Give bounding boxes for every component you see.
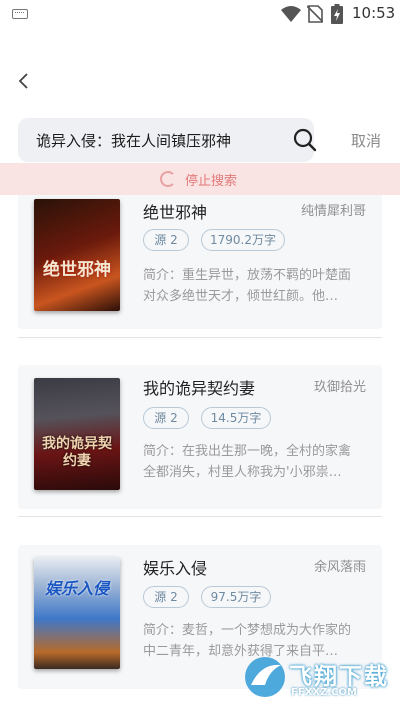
search-input[interactable]: 诡异入侵：我在人间镇压邪神: [18, 118, 317, 162]
source-badge: 源 2: [143, 586, 189, 608]
clock: 10:53: [352, 4, 396, 22]
word-count-badge: 97.5万字: [201, 586, 271, 608]
keyboard-icon: [12, 9, 28, 19]
word-count-badge: 14.5万字: [201, 407, 271, 429]
results-list: 绝世邪神 绝世邪神 纯情犀利哥 源 2 1790.2万字 简介：重生异世，放荡不…: [0, 195, 400, 711]
status-bar: 10:53: [0, 0, 400, 30]
source-badge: 源 2: [143, 407, 189, 429]
loading-spinner-icon: [160, 171, 176, 187]
back-button[interactable]: [8, 66, 38, 96]
book-title: 娱乐入侵: [143, 559, 208, 578]
search-button[interactable]: [288, 123, 322, 157]
list-item[interactable]: 绝世邪神 绝世邪神 纯情犀利哥 源 2 1790.2万字 简介：重生异世，放荡不…: [18, 195, 382, 329]
book-author: 纯情犀利哥: [300, 204, 366, 219]
watermark-text: 飞翔下载: [289, 664, 389, 690]
book-cover: 绝世邪神: [34, 199, 120, 311]
watermark: 飞翔下载 FFXXZ.COM: [243, 655, 393, 705]
cancel-button[interactable]: 取消: [351, 130, 381, 151]
book-description: 简介：在我出生那一晚，全村的家禽全都消失，村里人称我为'小邪祟…: [143, 444, 352, 480]
cover-title: 我的诡异契约妻: [42, 436, 112, 469]
search-icon: [293, 128, 317, 152]
source-badge: 源 2: [143, 229, 189, 251]
watermark-url: FFXXZ.COM: [291, 687, 357, 698]
divider: [18, 337, 382, 338]
search-query-text: 诡异入侵：我在人间镇压邪神: [36, 132, 232, 150]
book-description: 简介：重生异世，放荡不羁的叶楚面对众多绝世天才，倾世红颜。他…: [143, 268, 352, 304]
book-cover: 我的诡异契约妻: [34, 378, 120, 490]
cover-title: 娱乐入侵: [44, 579, 109, 598]
divider: [18, 516, 382, 517]
stop-search-label: 停止搜索: [185, 174, 238, 189]
book-title: 绝世邪神: [143, 203, 208, 222]
wing-logo-icon: [245, 657, 285, 697]
no-sim-icon: [307, 5, 323, 23]
book-author: 余风落雨: [313, 560, 366, 575]
battery-charging-icon: [331, 4, 343, 24]
chevron-left-icon: [18, 73, 28, 89]
book-author: 玖御拾光: [313, 380, 366, 395]
book-cover: 娱乐入侵: [34, 557, 120, 669]
word-count-badge: 1790.2万字: [201, 229, 285, 251]
wifi-icon: [281, 6, 301, 22]
cover-title: 绝世邪神: [43, 260, 111, 280]
stop-search-button[interactable]: 停止搜索: [0, 163, 400, 195]
book-title: 我的诡异契约妻: [143, 379, 256, 398]
list-item[interactable]: 我的诡异契约妻 我的诡异契约妻 玖御拾光 源 2 14.5万字 简介：在我出生那…: [18, 365, 382, 509]
